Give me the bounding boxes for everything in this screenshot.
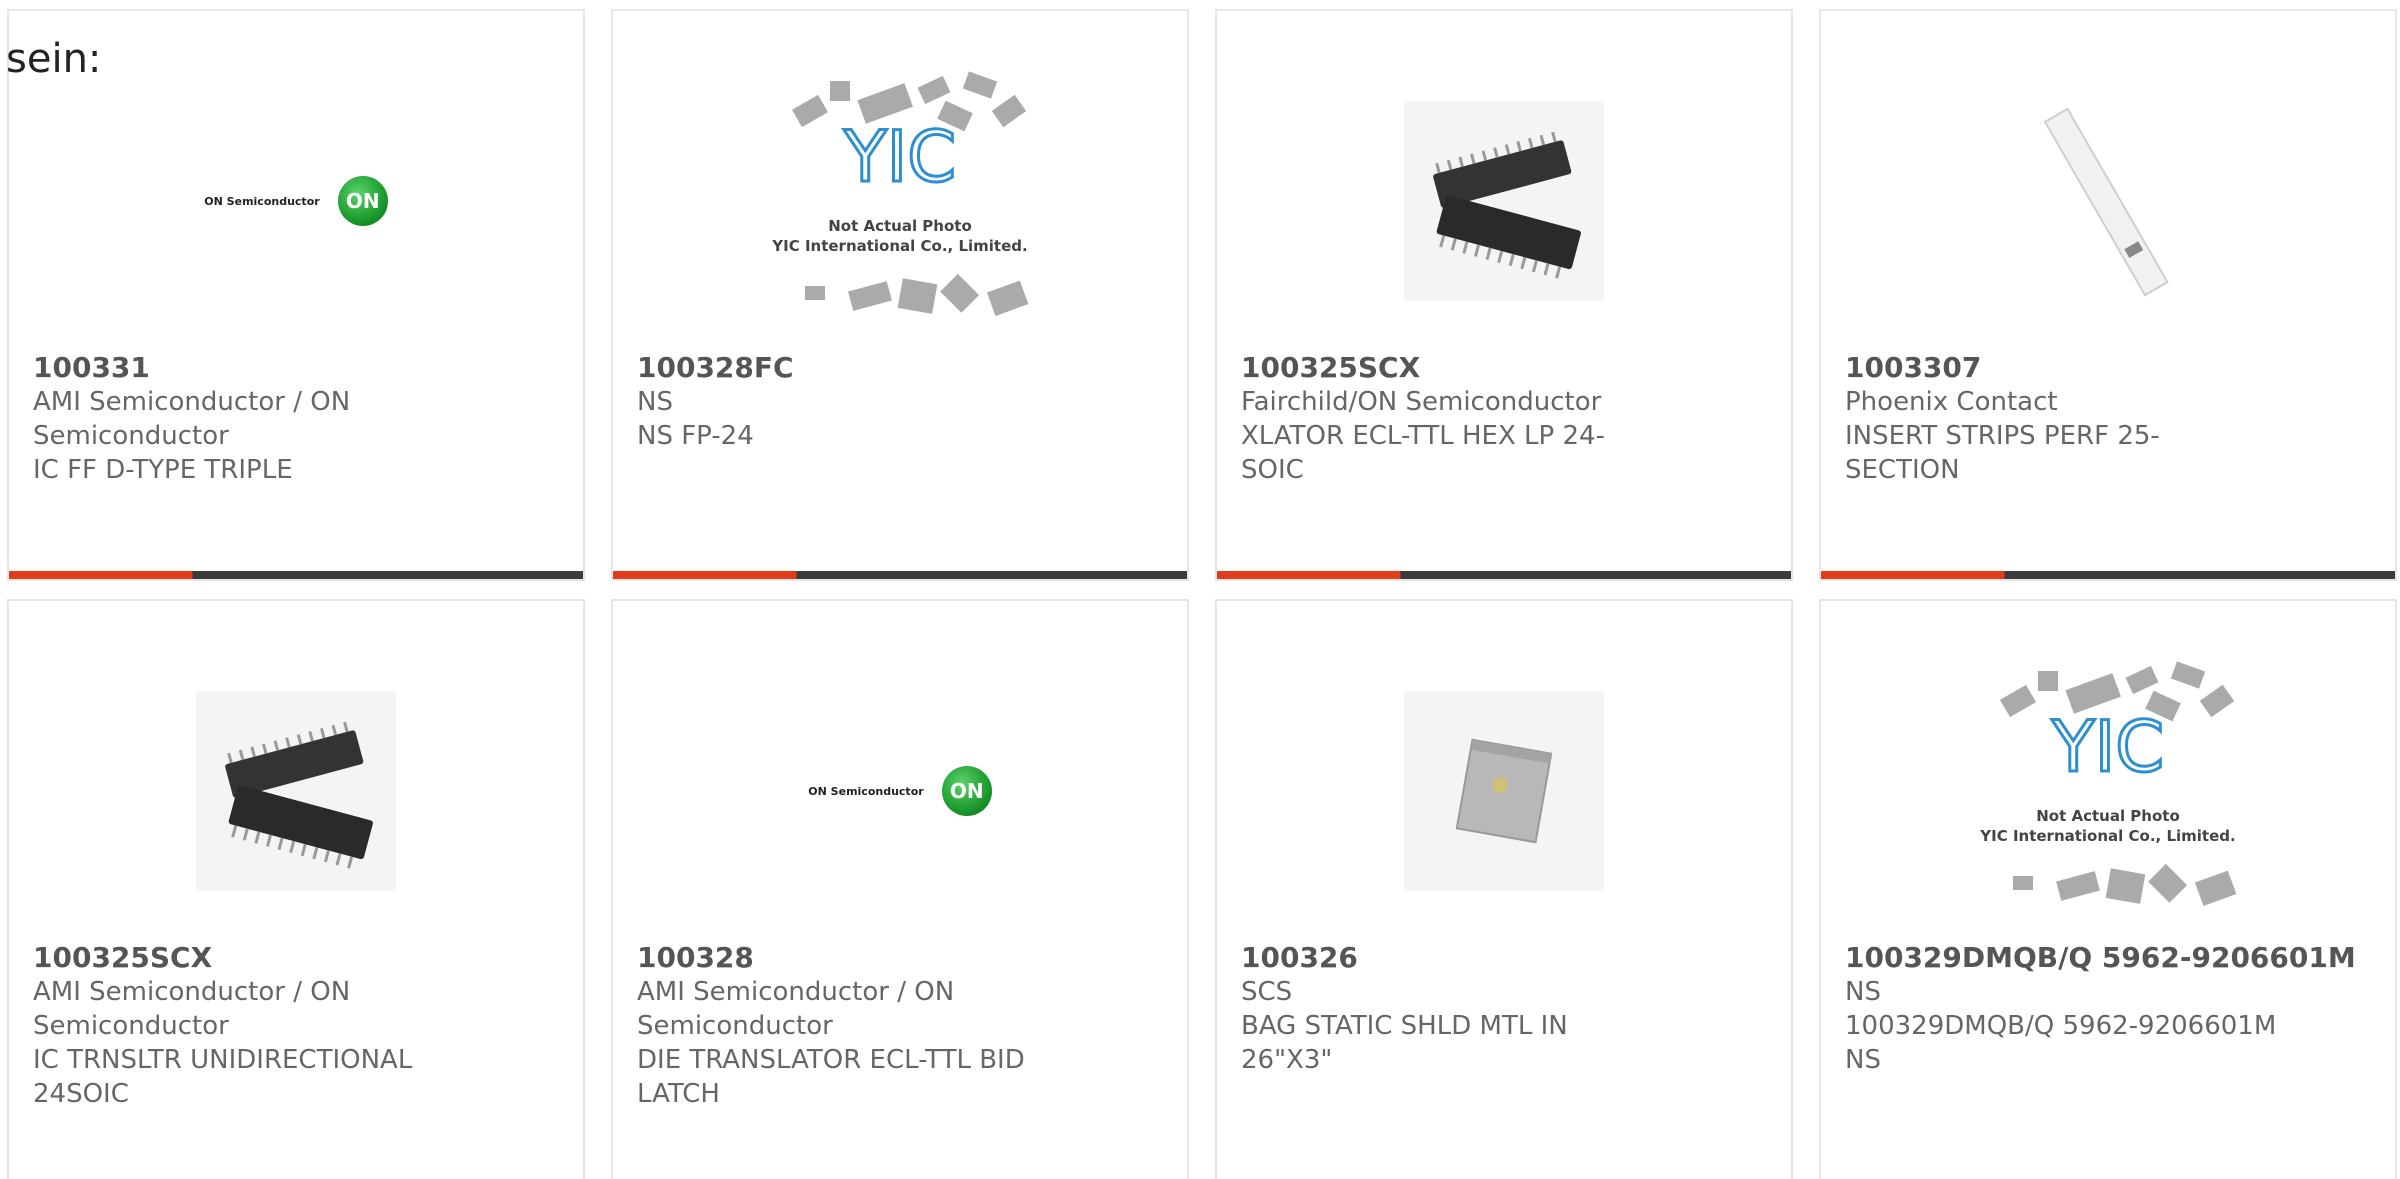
description-extra: NS <box>1845 1045 1881 1075</box>
manufacturer: Phoenix Contact <box>1845 387 2058 417</box>
product-info: 100329DMQB/Q 5962-9206601M NS 100329DMQB… <box>1845 941 2365 1077</box>
manufacturer: NS <box>637 387 673 417</box>
svg-text:YIC International Co., Limited: YIC International Co., Limited. <box>771 237 1027 255</box>
manufacturer: Fairchild/ON Semiconductor <box>1241 387 1602 417</box>
product-image[interactable] <box>1821 51 2395 351</box>
product-image[interactable]: YIC Not Actual Photo YIC International C… <box>613 51 1187 351</box>
part-number[interactable]: 100328 <box>637 941 1057 975</box>
yic-placeholder-image: YIC Not Actual Photo YIC International C… <box>1979 661 2237 907</box>
product-image[interactable] <box>9 641 583 941</box>
product-info: 100328FC NS NS FP-24 <box>637 351 1057 453</box>
part-number[interactable]: 100328FC <box>637 351 1057 385</box>
part-number[interactable]: 100325SCX <box>1241 351 1661 385</box>
part-number[interactable]: 100331 <box>33 351 453 385</box>
part-number[interactable]: 100329DMQB/Q 5962-9206601M <box>1845 941 2365 975</box>
soic-chip-photo <box>1404 101 1604 301</box>
product-info: 100326 SCS BAG STATIC SHLD MTL IN 26"X3" <box>1241 941 1661 1077</box>
product-card[interactable]: YIC Not Actual Photo YIC International C… <box>611 9 1189 581</box>
product-card[interactable]: ON Semiconductor ON 100331 AMI Semicondu… <box>7 9 585 581</box>
part-number[interactable]: 1003307 <box>1845 351 2265 385</box>
product-card[interactable]: YIC Not Actual Photo YIC International C… <box>1819 599 2397 1179</box>
product-image[interactable] <box>1217 641 1791 941</box>
card-accent-bar <box>1217 571 1791 579</box>
manufacturer: AMI Semiconductor / ON Semiconductor <box>637 977 955 1041</box>
page-label: sein: <box>6 36 102 82</box>
part-number[interactable]: 100326 <box>1241 941 1661 975</box>
product-info: 100325SCX AMI Semiconductor / ON Semicon… <box>33 941 453 1111</box>
svg-text:YIC: YIC <box>2051 706 2164 788</box>
card-accent-bar <box>613 571 1187 579</box>
description: IC TRNSLTR UNIDIRECTIONAL 24SOIC <box>33 1045 413 1109</box>
product-card[interactable]: 1003307 Phoenix Contact INSERT STRIPS PE… <box>1819 9 2397 581</box>
svg-text:Not Actual Photo: Not Actual Photo <box>2036 807 2180 825</box>
description: IC FF D-TYPE TRIPLE <box>33 455 293 485</box>
product-card[interactable]: 100326 SCS BAG STATIC SHLD MTL IN 26"X3" <box>1215 599 1793 1179</box>
product-info: 100325SCX Fairchild/ON Semiconductor XLA… <box>1241 351 1661 487</box>
svg-text:YIC International Co., Limited: YIC International Co., Limited. <box>1979 827 2235 845</box>
product-info: 100331 AMI Semiconductor / ON Semiconduc… <box>33 351 453 487</box>
product-info: 100328 AMI Semiconductor / ON Semiconduc… <box>637 941 1057 1111</box>
svg-text:YIC: YIC <box>843 116 956 198</box>
card-accent-bar <box>1821 571 2395 579</box>
svg-text:Not Actual Photo: Not Actual Photo <box>828 217 972 235</box>
manufacturer: NS <box>1845 977 1881 1007</box>
product-card[interactable]: 100325SCX AMI Semiconductor / ON Semicon… <box>7 599 585 1179</box>
description: DIE TRANSLATOR ECL-TTL BID LATCH <box>637 1045 1025 1109</box>
insert-strip-photo <box>2043 107 2169 297</box>
product-image[interactable]: ON Semiconductor ON <box>9 51 583 351</box>
on-semiconductor-logo: ON Semiconductor ON <box>808 766 992 816</box>
on-semiconductor-logo: ON Semiconductor ON <box>204 176 388 226</box>
manufacturer: AMI Semiconductor / ON Semiconductor <box>33 977 351 1041</box>
product-card[interactable]: ON Semiconductor ON 100328 AMI Semicondu… <box>611 599 1189 1179</box>
product-card[interactable]: 100325SCX Fairchild/ON Semiconductor XLA… <box>1215 9 1793 581</box>
card-accent-bar <box>9 571 583 579</box>
description: XLATOR ECL-TTL HEX LP 24-SOIC <box>1241 421 1605 485</box>
manufacturer: SCS <box>1241 977 1293 1007</box>
product-image[interactable]: YIC Not Actual Photo YIC International C… <box>1821 641 2395 941</box>
product-image[interactable]: ON Semiconductor ON <box>613 641 1187 941</box>
soic-chip-photo <box>196 691 396 891</box>
description: BAG STATIC SHLD MTL IN 26"X3" <box>1241 1011 1568 1075</box>
product-info: 1003307 Phoenix Contact INSERT STRIPS PE… <box>1845 351 2265 487</box>
manufacturer: AMI Semiconductor / ON Semiconductor <box>33 387 351 451</box>
description: INSERT STRIPS PERF 25-SECTION <box>1845 421 2160 485</box>
description: 100329DMQB/Q 5962-9206601M <box>1845 1011 2277 1041</box>
product-image[interactable] <box>1217 51 1791 351</box>
description: NS FP-24 <box>637 421 754 451</box>
part-number[interactable]: 100325SCX <box>33 941 453 975</box>
static-bag-photo <box>1404 691 1604 891</box>
yic-placeholder-image: YIC Not Actual Photo YIC International C… <box>771 71 1029 317</box>
